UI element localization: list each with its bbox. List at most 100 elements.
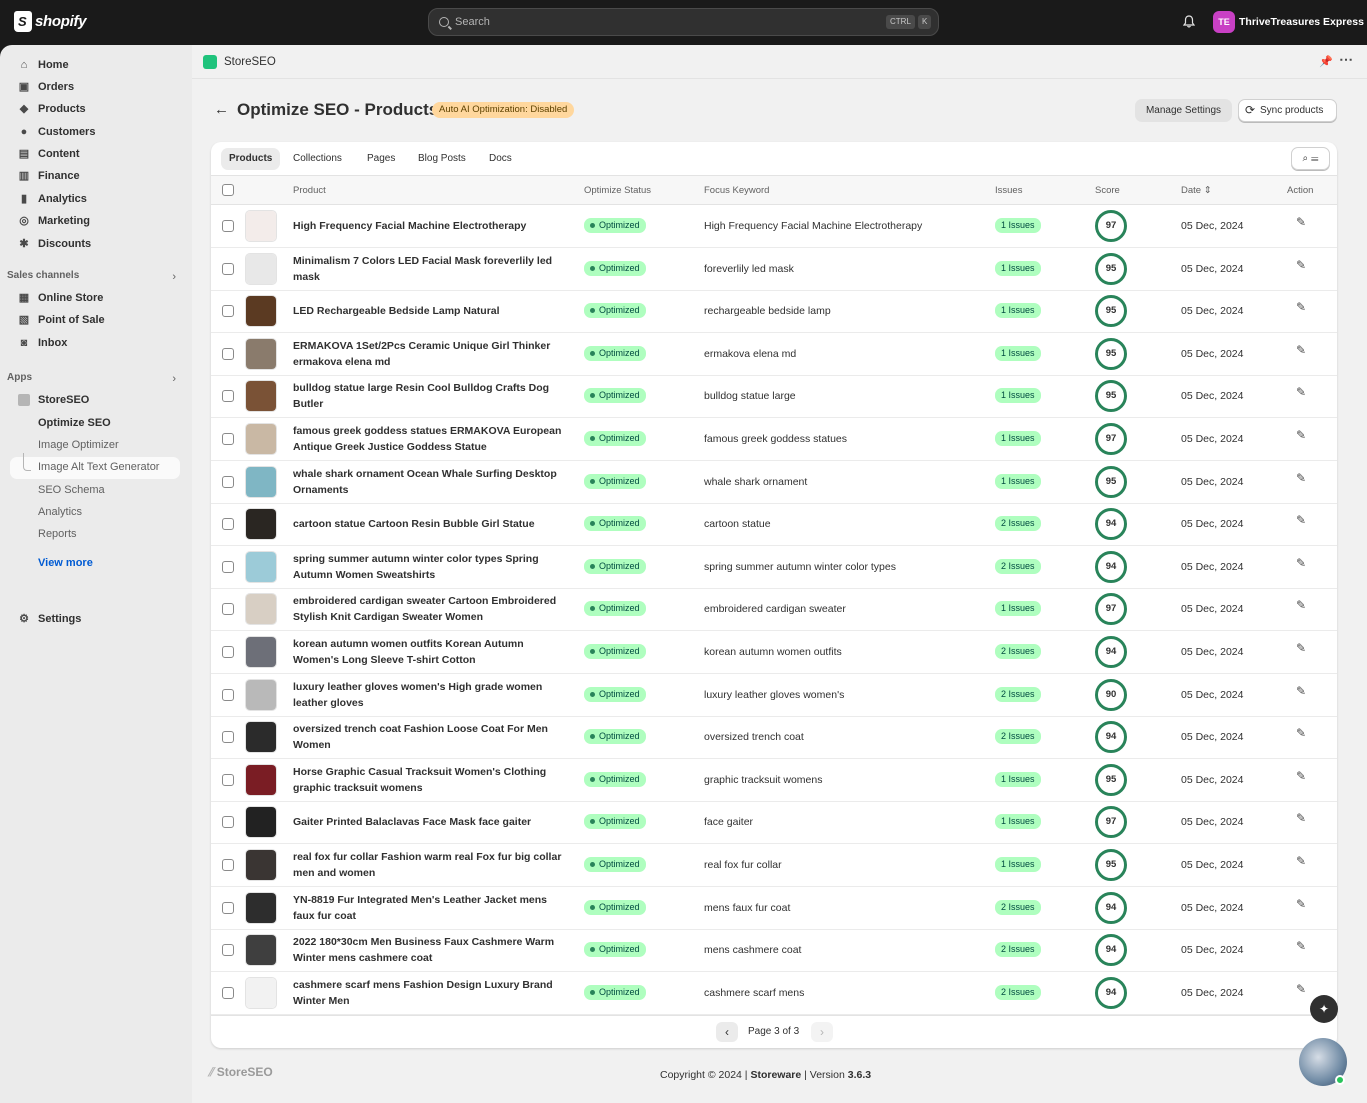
tab-docs[interactable]: Docs	[481, 148, 520, 170]
chevron-right-icon[interactable]: ›	[172, 373, 176, 385]
support-chat-button[interactable]: ✦	[1310, 995, 1338, 1023]
sidebar-item-orders[interactable]: ▣ Orders	[18, 78, 74, 96]
row-checkbox[interactable]	[222, 475, 234, 488]
sidebar-item-products[interactable]: ◆ Products	[18, 100, 86, 118]
pin-icon[interactable]: 📌	[1319, 55, 1333, 68]
sidebar-item-content[interactable]: ▤ Content	[18, 145, 80, 163]
edit-icon[interactable]: ✎	[1296, 641, 1306, 655]
table-row[interactable]: Horse Graphic Casual Tracksuit Women's C…	[211, 759, 1337, 802]
table-row[interactable]: LED Rechargeable Bedside Lamp Natural Opt…	[211, 290, 1337, 334]
row-checkbox[interactable]	[222, 731, 234, 744]
row-checkbox[interactable]	[222, 773, 234, 786]
table-row[interactable]: Gaiter Printed Balaclavas Face Mask face…	[211, 801, 1337, 845]
product-name[interactable]: real fox fur collar Fashion warm real Fo…	[293, 849, 565, 881]
product-name[interactable]: Gaiter Printed Balaclavas Face Mask face…	[293, 814, 565, 830]
table-row[interactable]: 2022 180*30cm Men Business Faux Cashmere…	[211, 929, 1337, 973]
issues-badge[interactable]: 1 Issues	[995, 431, 1041, 446]
tab-collections[interactable]: Collections	[285, 148, 350, 170]
table-row[interactable]: luxury leather gloves women's High grade…	[211, 674, 1337, 717]
row-checkbox[interactable]	[222, 688, 234, 701]
sync-products-button[interactable]: ⟳ Sync products	[1238, 99, 1337, 122]
store-name[interactable]: ThriveTreasures Express	[1239, 16, 1364, 28]
issues-badge[interactable]: 1 Issues	[995, 473, 1041, 489]
product-name[interactable]: embroidered cardigan sweater Cartoon Emb…	[293, 593, 565, 625]
product-name[interactable]: luxury leather gloves women's High grade…	[293, 679, 565, 711]
select-all-checkbox[interactable]	[222, 184, 234, 196]
bell-icon[interactable]	[1183, 15, 1195, 28]
issues-badge[interactable]: 2 Issues	[995, 942, 1041, 958]
issues-badge[interactable]: 2 Issues	[995, 984, 1041, 1000]
row-checkbox[interactable]	[222, 859, 234, 871]
issues-badge[interactable]: 2 Issues	[995, 558, 1041, 574]
edit-icon[interactable]: ✎	[1296, 598, 1306, 612]
table-row[interactable]: famous greek goddess statues ERMAKOVA Eu…	[211, 418, 1337, 461]
table-row[interactable]: oversized trench coat Fashion Loose Coat…	[211, 716, 1337, 760]
row-checkbox[interactable]	[222, 262, 234, 275]
issues-badge[interactable]: 2 Issues	[995, 899, 1041, 915]
edit-icon[interactable]: ✎	[1296, 385, 1306, 399]
next-page-button[interactable]: ›	[811, 1022, 833, 1042]
edit-icon[interactable]: ✎	[1296, 811, 1306, 825]
chevron-right-icon[interactable]: ›	[172, 271, 176, 283]
issues-badge[interactable]: 2 Issues	[995, 686, 1041, 702]
edit-icon[interactable]: ✎	[1296, 513, 1306, 527]
edit-icon[interactable]: ✎	[1296, 215, 1306, 229]
product-name[interactable]: ERMAKOVA 1Set/2Pcs Ceramic Unique Girl T…	[293, 338, 565, 370]
issues-badge[interactable]: 1 Issues	[995, 218, 1041, 233]
issues-badge[interactable]: 2 Issues	[995, 516, 1041, 532]
edit-icon[interactable]: ✎	[1296, 343, 1306, 357]
issues-badge[interactable]: 1 Issues	[995, 601, 1041, 617]
row-checkbox[interactable]	[222, 901, 234, 914]
table-row[interactable]: High Frequency Facial Machine Electrothe…	[211, 205, 1337, 248]
sidebar-subitem-optimize-seo[interactable]: Optimize SEO	[38, 417, 111, 429]
product-name[interactable]: Minimalism 7 Colors LED Facial Mask fore…	[293, 253, 565, 285]
product-name[interactable]: Horse Graphic Casual Tracksuit Women's C…	[293, 764, 565, 796]
product-name[interactable]: YN-8819 Fur Integrated Men's Leather Jac…	[293, 892, 565, 924]
issues-badge[interactable]: 1 Issues	[995, 303, 1041, 319]
sidebar-item-home[interactable]: ⌂ Home	[18, 56, 69, 74]
edit-icon[interactable]: ✎	[1296, 258, 1306, 272]
issues-badge[interactable]: 1 Issues	[995, 260, 1041, 276]
edit-icon[interactable]: ✎	[1296, 471, 1306, 485]
sidebar-item-discounts[interactable]: ✱ Discounts	[18, 235, 91, 253]
row-checkbox[interactable]	[222, 347, 234, 360]
tab-products[interactable]: Products	[221, 148, 281, 170]
product-name[interactable]: whale shark ornament Ocean Whale Surfing…	[293, 466, 565, 498]
edit-icon[interactable]: ✎	[1296, 982, 1306, 996]
shopify-logo[interactable]: shopify	[14, 11, 87, 32]
edit-icon[interactable]: ✎	[1296, 428, 1306, 442]
issues-badge[interactable]: 1 Issues	[995, 388, 1041, 404]
edit-icon[interactable]: ✎	[1296, 726, 1306, 740]
row-checkbox[interactable]	[222, 220, 234, 232]
edit-icon[interactable]: ✎	[1296, 769, 1306, 783]
row-checkbox[interactable]	[222, 305, 234, 318]
sidebar-item-marketing[interactable]: ◎ Marketing	[18, 212, 90, 230]
table-row[interactable]: Minimalism 7 Colors LED Facial Mask fore…	[211, 248, 1337, 291]
sidebar-item-settings[interactable]: ⚙ Settings	[18, 610, 81, 628]
apps-heading[interactable]: Apps	[7, 372, 32, 383]
company-link[interactable]: Storeware	[750, 1069, 801, 1081]
row-checkbox[interactable]	[222, 390, 234, 403]
product-name[interactable]: 2022 180*30cm Men Business Faux Cashmere…	[293, 934, 565, 966]
product-name[interactable]: cartoon statue Cartoon Resin Bubble Girl…	[293, 516, 565, 532]
row-checkbox[interactable]	[222, 603, 234, 616]
sidebar-subitem-reports[interactable]: Reports	[38, 528, 77, 540]
table-row[interactable]: YN-8819 Fur Integrated Men's Leather Jac…	[211, 887, 1337, 930]
product-name[interactable]: cashmere scarf mens Fashion Design Luxur…	[293, 977, 565, 1009]
sidebar-subitem-image-optimizer[interactable]: Image Optimizer	[38, 439, 119, 451]
previous-page-button[interactable]: ‹	[716, 1022, 738, 1042]
table-row[interactable]: cashmere scarf mens Fashion Design Luxur…	[211, 972, 1337, 1015]
manage-settings-button[interactable]: Manage Settings	[1135, 99, 1232, 122]
issues-badge[interactable]: 1 Issues	[995, 771, 1041, 787]
edit-icon[interactable]: ✎	[1296, 556, 1306, 570]
sidebar-subitem-seo-schema[interactable]: SEO Schema	[38, 484, 105, 496]
edit-icon[interactable]: ✎	[1296, 854, 1306, 868]
table-row[interactable]: korean autumn women outfits Korean Autum…	[211, 631, 1337, 674]
issues-badge[interactable]: 2 Issues	[995, 644, 1041, 659]
product-name[interactable]: spring summer autumn winter color types …	[293, 551, 565, 583]
tab-pages[interactable]: Pages	[359, 148, 403, 170]
sidebar-subitem-alt-text-generator[interactable]: Image Alt Text Generator	[38, 461, 159, 473]
row-checkbox[interactable]	[222, 944, 234, 957]
more-horizontal-icon[interactable]: ⋯	[1339, 51, 1353, 68]
table-row[interactable]: embroidered cardigan sweater Cartoon Emb…	[211, 588, 1337, 632]
